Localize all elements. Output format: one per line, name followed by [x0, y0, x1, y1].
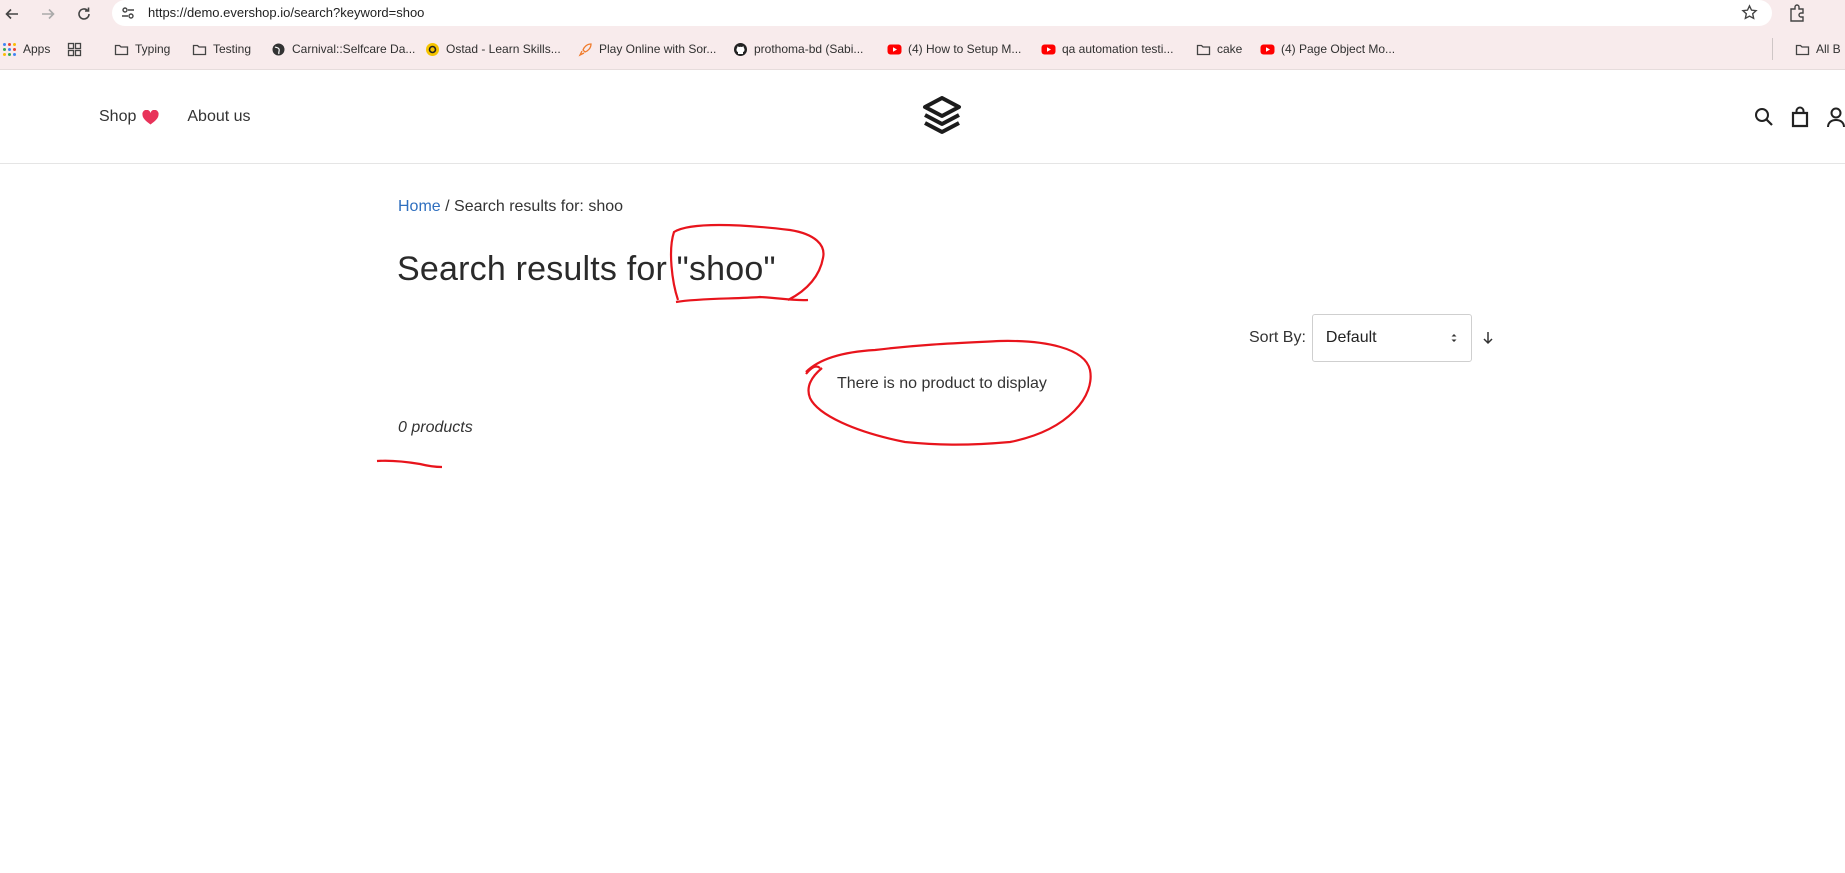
bookmarks-divider — [1772, 38, 1773, 60]
bookmark-label: Carnival::Selfcare Da... — [292, 42, 416, 56]
select-caret-icon — [1451, 334, 1457, 342]
annotation-underline-count — [376, 459, 443, 469]
menu-item-shop[interactable]: Shop — [99, 108, 159, 126]
menu-item-about-us[interactable]: About us — [187, 108, 250, 126]
browser-toolbar: https://demo.evershop.io/search?keyword=… — [0, 0, 1845, 28]
bookmark-label: cake — [1217, 42, 1243, 56]
search-icon[interactable] — [1754, 106, 1774, 128]
bookmark-play-online[interactable]: Play Online with Sor... — [578, 40, 716, 58]
breadcrumb-current: Search results for: shoo — [454, 198, 624, 215]
annotation-underline-keyword — [675, 295, 809, 304]
forward-arrow-icon — [42, 8, 55, 20]
sort-selected-value: Default — [1325, 329, 1377, 346]
reload-icon — [78, 7, 90, 20]
folder-icon — [1795, 42, 1810, 57]
header-actions — [1754, 106, 1845, 128]
bookmark-all-bookmarks[interactable]: All B — [1795, 40, 1841, 58]
address-bar[interactable]: https://demo.evershop.io/search?keyword=… — [112, 0, 1772, 26]
github-icon — [733, 42, 748, 57]
site-info-icon[interactable] — [120, 5, 136, 21]
breadcrumb-home-link[interactable]: Home — [398, 198, 441, 215]
bookmark-label: Apps — [23, 42, 51, 56]
page-title: Search results for "shoo" — [397, 250, 776, 288]
bookmark-carnival[interactable]: Carnival::Selfcare Da... — [271, 40, 415, 58]
menu-item-label: About us — [187, 108, 251, 125]
sort-label: Sort By: — [1249, 329, 1306, 346]
bookmark-cake[interactable]: cake — [1196, 40, 1242, 58]
bookmark-apps[interactable]: Apps — [2, 40, 50, 58]
reload-button[interactable] — [73, 3, 95, 25]
sort-direction-button[interactable] — [1480, 330, 1496, 346]
ostad-icon — [425, 42, 440, 57]
main-menu: Shop About us — [99, 108, 251, 126]
bookmark-label: Typing — [135, 42, 171, 56]
bookmark-label: Ostad - Learn Skills... — [446, 42, 561, 56]
menu-item-label: Shop — [99, 108, 137, 125]
breadcrumb: Home / Search results for: shoo — [398, 198, 623, 216]
globe-icon — [271, 42, 286, 57]
url-text[interactable]: https://demo.evershop.io/search?keyword=… — [148, 5, 424, 20]
bookmark-youtube-page-object[interactable]: (4) Page Object Mo... — [1260, 40, 1395, 58]
forward-button[interactable] — [37, 3, 59, 25]
folder-icon — [114, 42, 129, 57]
site-header: Shop About us — [0, 70, 1845, 164]
bookmarks-bar: Apps Typing Testing Carnival::Selfcare D… — [0, 28, 1845, 70]
youtube-icon — [1041, 42, 1056, 57]
sort-select[interactable]: Default — [1311, 314, 1472, 362]
bookmark-label: (4) How to Setup M... — [908, 42, 1022, 56]
breadcrumb-separator: / — [445, 198, 450, 215]
folder-icon — [1196, 42, 1211, 57]
bookmark-label: Play Online with Sor... — [599, 42, 717, 56]
bookmark-ostad[interactable]: Ostad - Learn Skills... — [425, 40, 561, 58]
user-account-icon[interactable] — [1826, 106, 1845, 128]
sort-control: Sort By: Default — [1249, 314, 1496, 362]
bookmark-tab-groups[interactable] — [67, 40, 82, 58]
bookmark-typing[interactable]: Typing — [114, 40, 170, 58]
cart-icon[interactable] — [1790, 106, 1810, 128]
bookmark-label: (4) Page Object Mo... — [1281, 42, 1396, 56]
evershop-logo-icon[interactable] — [922, 96, 962, 138]
back-button[interactable] — [1, 3, 23, 25]
bookmark-label: qa automation testi... — [1062, 42, 1174, 56]
folder-icon — [192, 42, 207, 57]
bookmark-label: Testing — [213, 42, 252, 56]
back-arrow-icon — [5, 8, 18, 20]
heart-icon — [142, 109, 159, 124]
bookmark-youtube-qa[interactable]: qa automation testi... — [1041, 40, 1173, 58]
tab-groups-icon — [67, 42, 82, 57]
bookmark-github[interactable]: prothoma-bd (Sabi... — [733, 40, 863, 58]
bookmark-label: All B — [1816, 42, 1841, 56]
rocket-icon — [578, 42, 593, 57]
bookmark-testing[interactable]: Testing — [192, 40, 251, 58]
bookmark-star-icon[interactable] — [1741, 4, 1758, 21]
annotation-tail-empty-message — [805, 365, 821, 375]
bookmark-youtube-setup[interactable]: (4) How to Setup M... — [887, 40, 1021, 58]
youtube-icon — [1260, 42, 1275, 57]
extensions-icon[interactable] — [1787, 3, 1807, 23]
apps-grid-icon — [2, 42, 17, 57]
product-count: 0 products — [398, 419, 473, 436]
bookmark-label: prothoma-bd (Sabi... — [754, 42, 864, 56]
youtube-icon — [887, 42, 902, 57]
arrow-down-icon — [1483, 332, 1493, 345]
empty-results-message: There is no product to display — [837, 375, 1047, 392]
